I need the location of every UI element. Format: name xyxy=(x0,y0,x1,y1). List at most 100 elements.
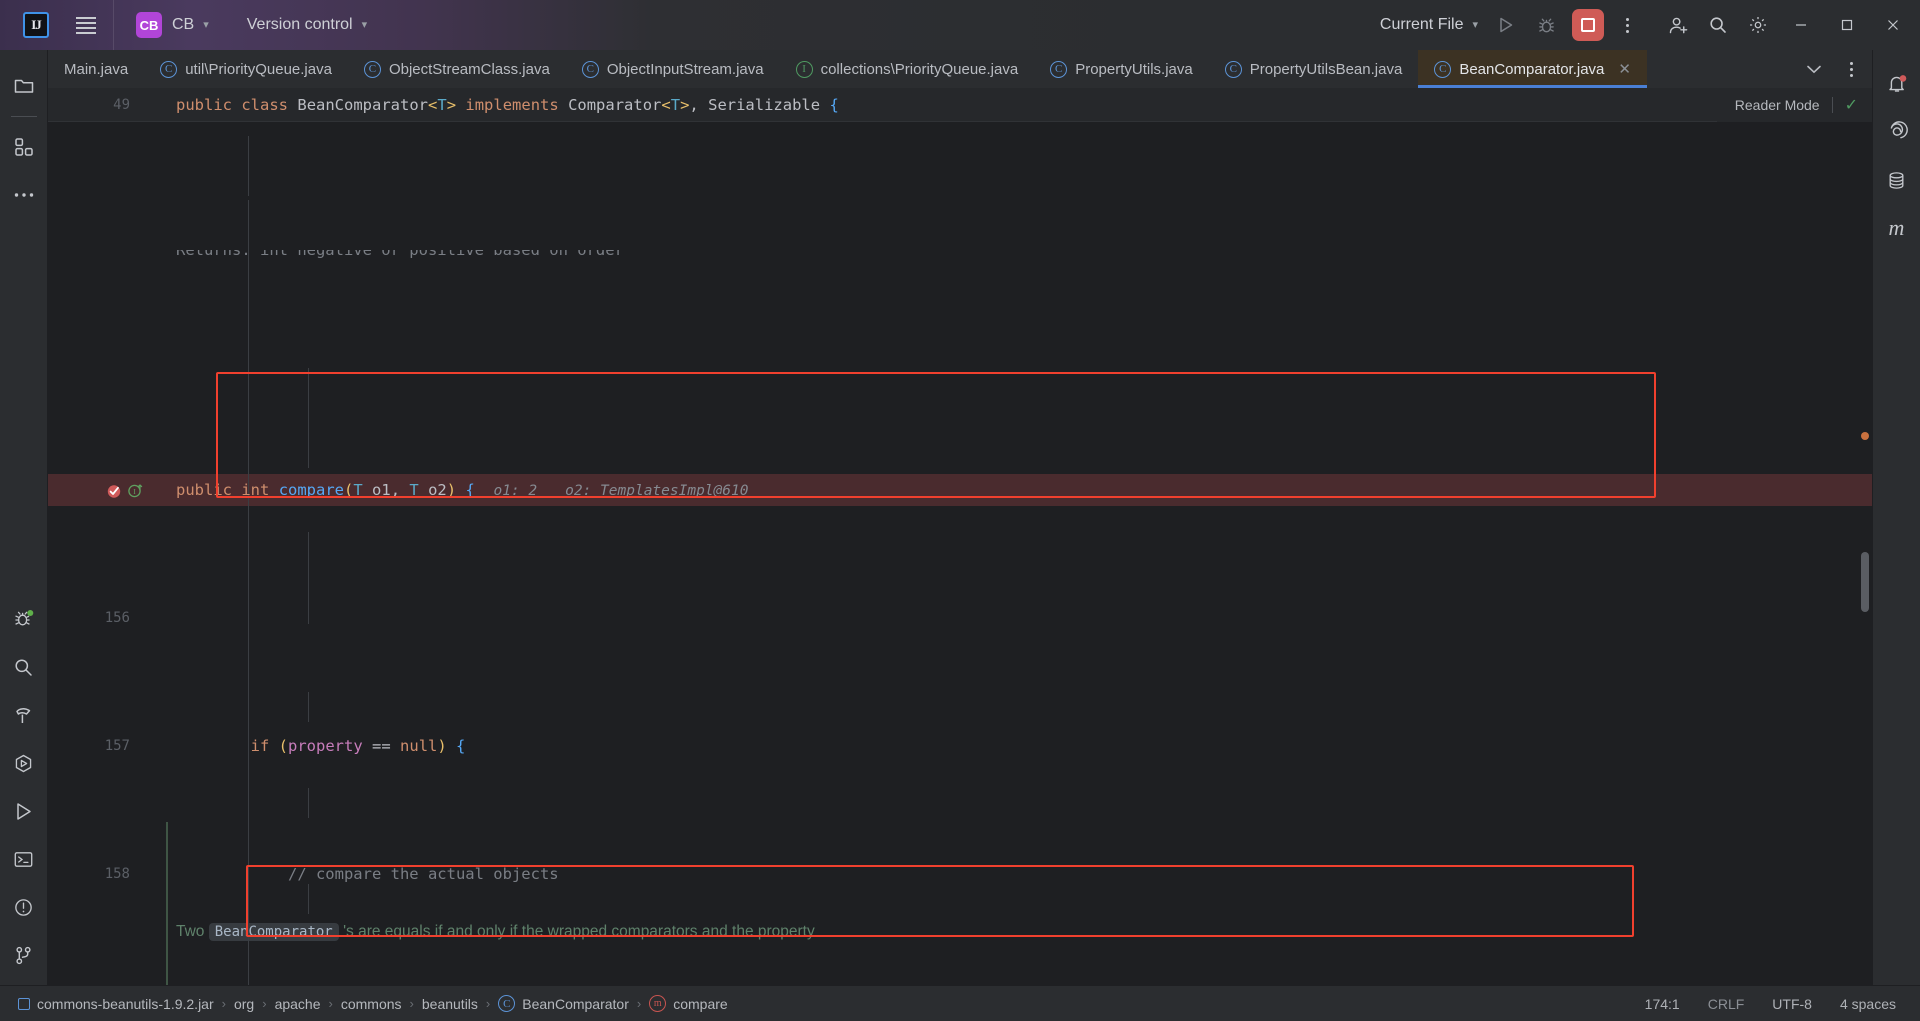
project-selector[interactable]: CB CB ▾ xyxy=(128,9,217,41)
chevron-down-icon: ▾ xyxy=(1472,18,1478,31)
version-control-tool-window-button[interactable] xyxy=(4,931,44,979)
debug-tool-window-button[interactable] xyxy=(4,595,44,643)
java-class-icon: C xyxy=(1050,60,1068,78)
close-button[interactable] xyxy=(1870,0,1916,50)
javadoc-pre: Two xyxy=(176,923,209,940)
tab-collections-priorityqueue-java[interactable]: I collections\PriorityQueue.java xyxy=(780,50,1035,88)
breadcrumb-item-apache[interactable]: apache xyxy=(267,996,329,1012)
tab-main-java[interactable]: Main.java xyxy=(48,50,144,88)
tab-beancomparator-java[interactable]: C BeanComparator.java ✕ xyxy=(1418,50,1647,88)
gutter-markers[interactable]: I xyxy=(48,474,148,506)
run-configuration-selector[interactable]: Current File ▾ xyxy=(1372,9,1486,41)
search-button[interactable] xyxy=(1698,5,1738,45)
window-body: Main.java C util\PriorityQueue.java C Ob… xyxy=(0,50,1920,985)
services-tool-window-button[interactable] xyxy=(4,739,44,787)
structure-tool-window-button[interactable] xyxy=(4,123,44,171)
tab-label: ObjectInputStream.java xyxy=(606,60,764,78)
indent-guide xyxy=(308,368,309,468)
terminal-tool-window-button[interactable] xyxy=(4,835,44,883)
java-class-icon: C xyxy=(581,60,599,78)
sticky-class-declaration[interactable]: 49 public class BeanComparator<T> implem… xyxy=(48,88,1872,122)
settings-button[interactable] xyxy=(1738,5,1778,45)
stop-button[interactable] xyxy=(1572,9,1604,41)
right-tool-rail: m xyxy=(1872,50,1920,985)
breadcrumb-item-org[interactable]: org xyxy=(226,996,262,1012)
database-button[interactable] xyxy=(1877,156,1917,204)
chevron-down-icon: ▾ xyxy=(203,18,209,31)
indent-guide xyxy=(308,532,309,624)
breadcrumb-item-beanutils[interactable]: beanutils xyxy=(414,996,486,1012)
editor-tabs: Main.java C util\PriorityQueue.java C Ob… xyxy=(48,50,1794,88)
breadcrumb-item-method[interactable]: m compare xyxy=(641,995,735,1012)
search-everywhere-button[interactable] xyxy=(4,643,44,691)
executing-line-row[interactable]: I public int compare(T o1, T o2) { o1: 2… xyxy=(48,474,1872,506)
indent-setting[interactable]: 4 spaces xyxy=(1826,996,1910,1012)
rendered-javadoc[interactable]: Two BeanComparator 's are equals if and … xyxy=(166,822,936,985)
line-separator[interactable]: CRLF xyxy=(1694,996,1759,1012)
tab-objectinputstream-java[interactable]: C ObjectInputStream.java xyxy=(566,50,780,88)
code-line-158[interactable]: 158 // compare the actual objects xyxy=(48,858,1872,890)
close-icon[interactable]: ✕ xyxy=(1618,60,1631,78)
project-tool-window-button[interactable] xyxy=(4,62,44,110)
code-editor[interactable]: Returns: int negative or positive based … xyxy=(48,122,1872,985)
more-actions-button[interactable] xyxy=(1610,5,1644,45)
left-rail-top-group xyxy=(4,50,44,219)
minimize-button[interactable] xyxy=(1778,0,1824,50)
tab-util-priorityqueue-java[interactable]: C util\PriorityQueue.java xyxy=(144,50,348,88)
version-control-widget[interactable]: Version control ▾ xyxy=(239,9,375,41)
code-line-157[interactable]: 157 if (property == null) { xyxy=(48,730,1872,762)
main-menu-icon[interactable] xyxy=(69,8,103,42)
java-interface-icon: I xyxy=(795,60,813,78)
java-class-icon: C xyxy=(160,60,178,78)
chevron-down-icon: ▾ xyxy=(361,18,368,31)
breadcrumb-item-jar[interactable]: commons-beanutils-1.9.2.jar xyxy=(10,996,222,1012)
check-icon: ✓ xyxy=(1844,97,1858,114)
status-bar-right: 174:1 CRLF UTF-8 4 spaces xyxy=(1631,996,1910,1012)
inline-debug-hint: o1: 2 xyxy=(493,482,538,499)
notifications-button[interactable] xyxy=(1877,60,1917,108)
tab-objectstreamclass-java[interactable]: C ObjectStreamClass.java xyxy=(348,50,566,88)
maximize-button[interactable] xyxy=(1824,0,1870,50)
tab-list-dropdown-button[interactable] xyxy=(1794,49,1834,89)
tab-label: PropertyUtilsBean.java xyxy=(1249,60,1403,78)
editor-tab-bar: Main.java C util\PriorityQueue.java C Ob… xyxy=(48,50,1872,88)
run-configuration-label: Current File xyxy=(1379,16,1464,33)
project-name: CB xyxy=(172,16,195,33)
maven-button[interactable]: m xyxy=(1877,204,1917,252)
breakpoint-verified-icon xyxy=(107,484,121,498)
editor-area: Main.java C util\PriorityQueue.java C Ob… xyxy=(48,50,1872,985)
code-line-text: public int compare(T o1, T o2) { o1: 2 o… xyxy=(176,480,749,499)
file-encoding[interactable]: UTF-8 xyxy=(1758,996,1826,1012)
tab-label: ObjectStreamClass.java xyxy=(388,60,550,78)
scrollbar-marker[interactable] xyxy=(1861,432,1869,440)
tab-bar-actions xyxy=(1794,50,1872,88)
more-tool-windows-button[interactable] xyxy=(4,171,44,219)
debug-button[interactable] xyxy=(1526,5,1566,45)
left-rail-bottom-group xyxy=(4,595,44,985)
breadcrumb-item-class[interactable]: C BeanComparator xyxy=(490,995,637,1012)
reader-mode-widget[interactable]: Reader Mode ✓ xyxy=(1716,88,1872,122)
ai-assistant-button[interactable] xyxy=(1877,108,1917,156)
build-tool-window-button[interactable] xyxy=(4,691,44,739)
tab-propertyutilsbean-java[interactable]: C PropertyUtilsBean.java xyxy=(1209,50,1419,88)
code-line-text: // compare the actual objects xyxy=(176,865,559,883)
scrollbar-thumb[interactable] xyxy=(1861,552,1869,612)
run-button[interactable] xyxy=(1486,5,1526,45)
title-bar-right: Current File ▾ xyxy=(1372,0,1920,50)
tab-propertyutils-java[interactable]: C PropertyUtils.java xyxy=(1034,50,1209,88)
breadcrumb-label: org xyxy=(233,995,255,1012)
scrolled-comment-row: Returns: int negative or positive based … xyxy=(48,250,1872,266)
method-icon: m xyxy=(649,995,667,1012)
run-tool-window-button[interactable] xyxy=(4,787,44,835)
line-number: 158 xyxy=(104,866,130,882)
tab-options-button[interactable] xyxy=(1834,49,1868,89)
breadcrumb-item-commons[interactable]: commons xyxy=(333,996,410,1012)
code-line-156[interactable]: 156 xyxy=(48,602,1872,634)
account-button[interactable] xyxy=(1658,5,1698,45)
java-class-icon: C xyxy=(498,995,516,1012)
caret-position[interactable]: 174:1 xyxy=(1631,996,1694,1012)
spacer-row xyxy=(48,330,1872,346)
rail-separator xyxy=(10,116,37,117)
jar-icon xyxy=(18,997,30,1010)
problems-tool-window-button[interactable] xyxy=(4,883,44,931)
